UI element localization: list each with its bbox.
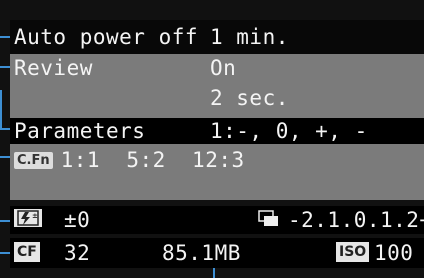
svg-text:±: ± bbox=[32, 212, 38, 220]
auto-power-off-row: Auto power off 1 min. bbox=[10, 20, 424, 54]
parameters-label: Parameters bbox=[14, 119, 146, 143]
settings-display: Auto power off 1 min. Review On 2 sec. P… bbox=[10, 0, 424, 278]
review-row: Review On 2 sec. bbox=[10, 54, 424, 118]
custom-functions-value: 1:1 5:2 12:3 bbox=[60, 148, 245, 172]
flash-exposure-compensation-value: ±0 bbox=[64, 208, 91, 232]
custom-function-icon: C.Fn bbox=[14, 151, 53, 169]
review-value: On bbox=[210, 56, 237, 80]
iso-value: 100 bbox=[374, 241, 414, 265]
parameters-value: 1:-, 0, +, - bbox=[210, 119, 368, 143]
exposure-bracket-scale: -2.1.0.1.2+ bbox=[288, 208, 424, 232]
shots-remaining: 32 bbox=[64, 241, 91, 265]
iso-icon: ISO bbox=[336, 242, 370, 262]
card-row: CF 32 85.1MB ISO 100 bbox=[10, 238, 424, 268]
auto-power-off-value: 1 min. bbox=[210, 25, 289, 49]
cf-card-icon: CF bbox=[14, 242, 40, 262]
annotation-line bbox=[0, 90, 2, 130]
auto-power-off-label: Auto power off bbox=[14, 25, 199, 49]
custom-functions-row: C.Fn 1:1 5:2 12:3 bbox=[10, 144, 424, 200]
review-time-value: 2 sec. bbox=[210, 86, 289, 110]
card-free-space: 85.1MB bbox=[162, 241, 241, 265]
custom-functions-group: C.Fn 1:1 5:2 12:3 bbox=[14, 148, 245, 172]
bracketing-icon bbox=[258, 210, 278, 226]
review-label: Review bbox=[14, 56, 93, 80]
flash-exposure-compensation-icon: ± bbox=[14, 209, 42, 227]
parameters-row: Parameters 1:-, 0, +, - bbox=[10, 118, 424, 144]
exposure-row: ± ±0 -2.1.0.1.2+ bbox=[10, 206, 424, 234]
